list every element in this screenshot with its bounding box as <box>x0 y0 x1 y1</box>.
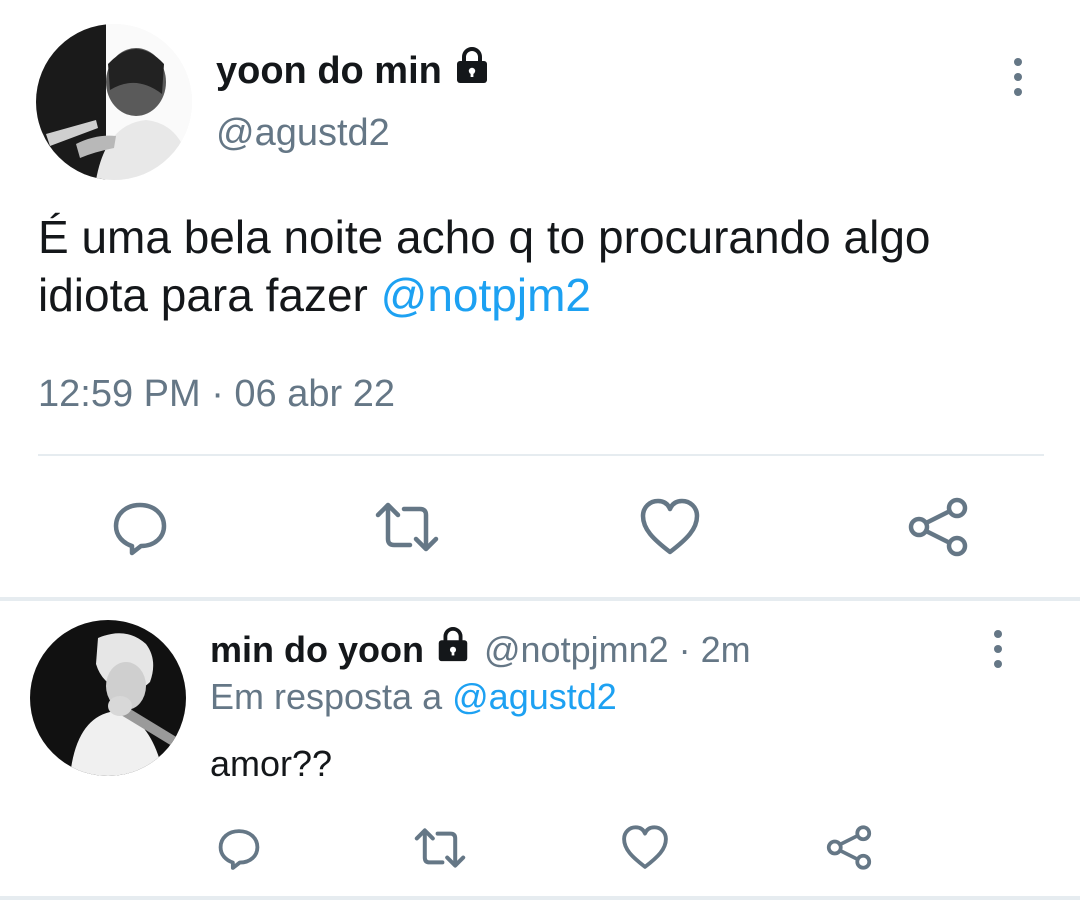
share-icon <box>906 496 970 561</box>
handle[interactable]: @agustd2 <box>216 112 390 155</box>
reply-prefix: Em resposta a <box>210 676 443 717</box>
retweet-button[interactable] <box>372 496 442 560</box>
reply-button[interactable] <box>108 496 172 560</box>
reply-button[interactable] <box>214 824 264 874</box>
handle-time[interactable]: @notpjmn2 · 2m <box>484 629 751 671</box>
reply-icon <box>216 825 262 874</box>
reply-icon <box>110 497 170 560</box>
heart-icon <box>621 825 669 873</box>
lock-icon <box>434 626 472 673</box>
share-button[interactable] <box>824 824 874 874</box>
divider <box>0 896 1080 900</box>
reply-header: min do yoon @notpjmn2 · 2m <box>210 626 751 673</box>
heart-icon <box>639 498 701 559</box>
lock-icon <box>452 46 492 96</box>
avatar[interactable] <box>36 24 192 180</box>
divider <box>38 454 1044 456</box>
display-name[interactable]: yoon do min <box>216 46 492 96</box>
like-button[interactable] <box>620 824 670 874</box>
tweet-text: É uma bela noite acho q to procurando al… <box>38 208 1048 324</box>
retweet-icon <box>372 497 442 560</box>
more-options-icon[interactable] <box>988 630 1008 668</box>
display-name-text: yoon do min <box>216 49 442 92</box>
reply-context: Em resposta a @agustd2 <box>210 676 617 718</box>
like-button[interactable] <box>638 496 702 560</box>
mention-link[interactable]: @notpjm2 <box>381 269 591 321</box>
thread-separator <box>0 597 1080 601</box>
more-options-icon[interactable] <box>1008 58 1028 96</box>
retweet-icon <box>412 824 468 875</box>
display-name[interactable]: min do yoon <box>210 629 424 671</box>
timestamp[interactable]: 12:59 PM · 06 abr 22 <box>38 373 395 416</box>
tweet-text: amor?? <box>210 743 333 784</box>
share-icon <box>825 824 873 874</box>
retweet-button[interactable] <box>412 824 468 874</box>
share-button[interactable] <box>906 496 970 560</box>
reply-to-mention[interactable]: @agustd2 <box>452 676 617 717</box>
avatar[interactable] <box>30 620 186 776</box>
